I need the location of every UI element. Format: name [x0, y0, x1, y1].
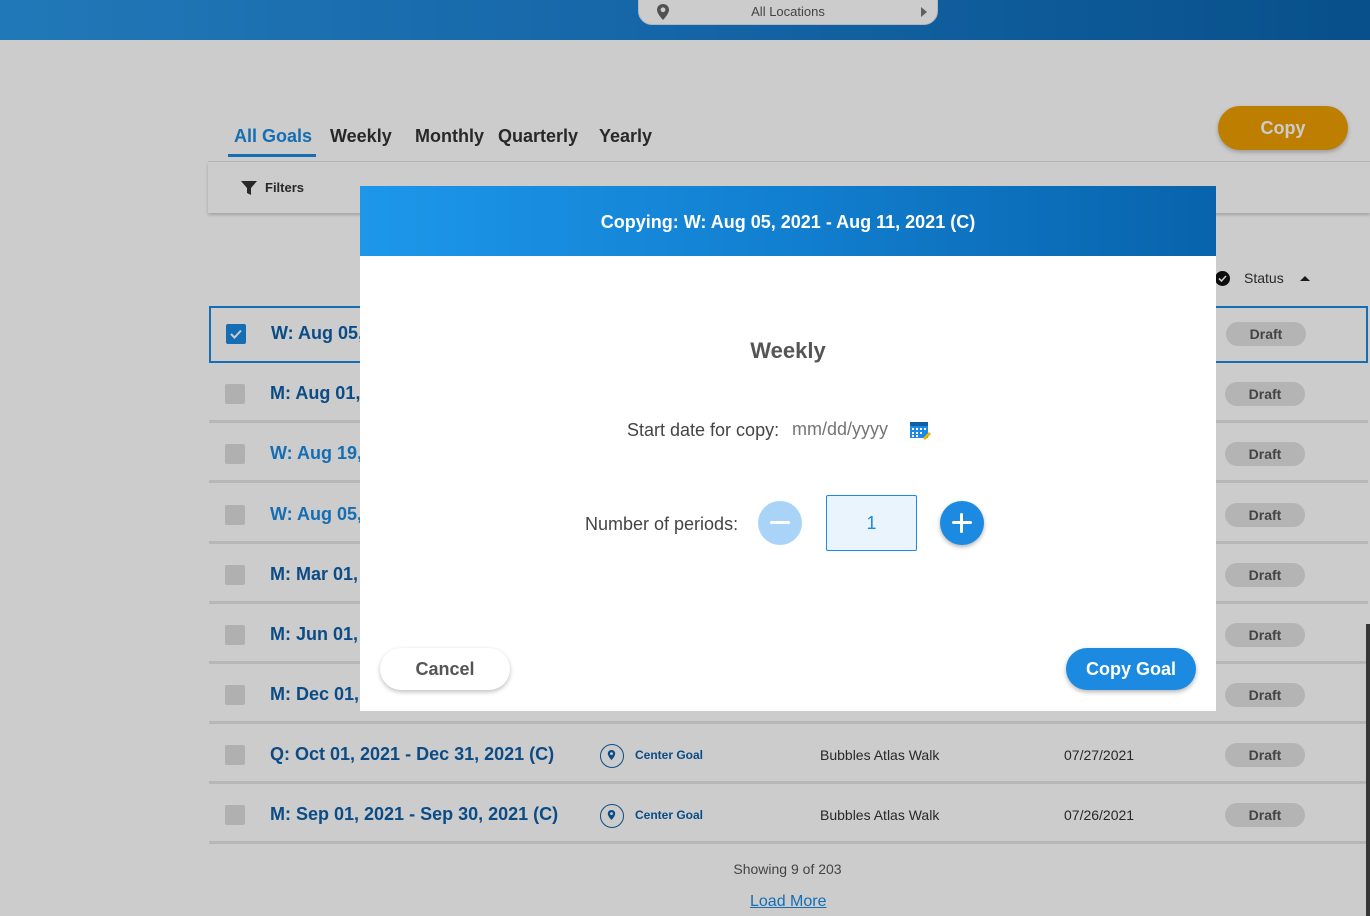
plus-icon-vertical — [960, 513, 963, 533]
copy-goal-button[interactable]: Copy Goal — [1066, 648, 1196, 690]
minus-icon — [770, 521, 790, 524]
start-date-input[interactable] — [792, 419, 902, 440]
dialog-header: Copying: W: Aug 05, 2021 - Aug 11, 2021 … — [360, 186, 1216, 256]
increment-button[interactable] — [940, 501, 984, 545]
cancel-button[interactable]: Cancel — [380, 648, 510, 690]
decrement-button[interactable] — [758, 501, 802, 545]
period-name: Weekly — [750, 338, 826, 363]
calendar-icon[interactable] — [908, 418, 932, 442]
periods-input[interactable] — [826, 495, 917, 551]
copy-goal-dialog: Copying: W: Aug 05, 2021 - Aug 11, 2021 … — [360, 186, 1216, 711]
start-date-label: Start date for copy: — [627, 420, 780, 440]
number-of-periods-label: Number of periods: — [585, 514, 739, 534]
dialog-title: Copying: W: Aug 05, 2021 - Aug 11, 2021 … — [600, 212, 976, 232]
